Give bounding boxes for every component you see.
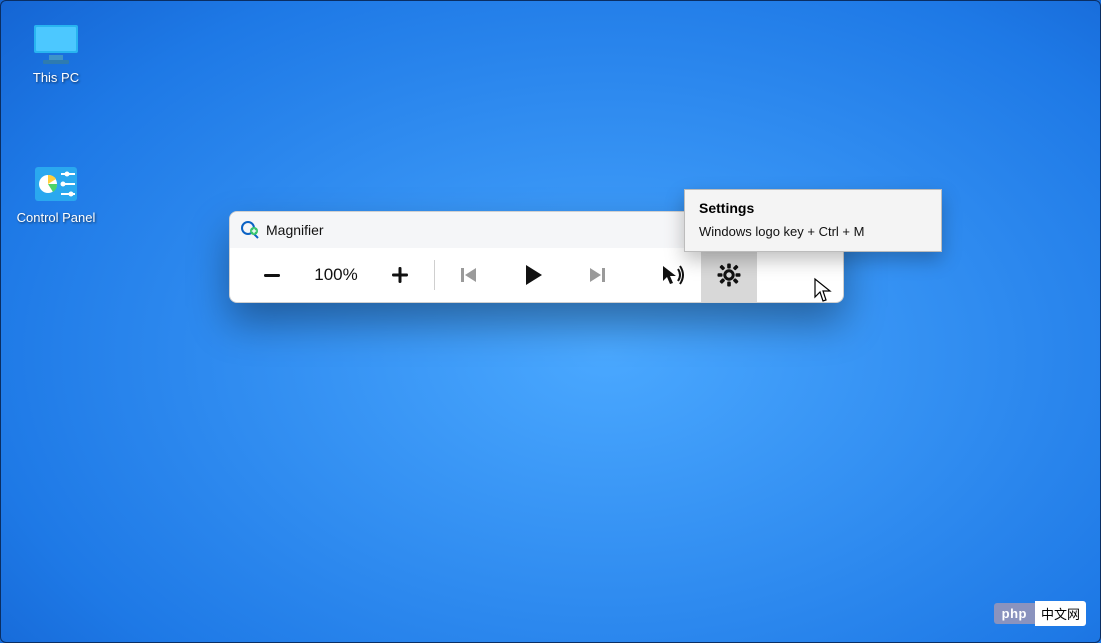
minus-icon (261, 264, 283, 286)
read-aloud-cursor-button[interactable] (645, 248, 701, 302)
cursor-sound-icon (660, 263, 686, 287)
footer-cn-label: 中文网 (1035, 601, 1086, 626)
desktop-icon-label: Control Panel (17, 210, 96, 225)
plus-icon (389, 264, 411, 286)
desktop-icon-control-panel[interactable]: Control Panel (11, 161, 101, 225)
settings-button[interactable] (701, 248, 757, 302)
tooltip-shortcut: Windows logo key + Ctrl + M (699, 224, 927, 239)
skip-previous-icon (458, 264, 480, 286)
footer-php-label: php (994, 603, 1035, 624)
desktop-icon-this-pc[interactable]: This PC (11, 21, 101, 85)
gear-icon (716, 262, 742, 288)
desktop-icon-label: This PC (33, 70, 79, 85)
magnifier-app-icon (240, 220, 260, 240)
play-button[interactable] (497, 248, 569, 302)
skip-next-icon (586, 264, 608, 286)
magnifier-title: Magnifier (266, 222, 324, 238)
zoom-level: 100% (300, 265, 372, 285)
monitor-icon (31, 21, 81, 66)
settings-tooltip: Settings Windows logo key + Ctrl + M (684, 189, 942, 252)
magnifier-toolbar: 100% (230, 248, 843, 302)
zoom-in-button[interactable] (372, 248, 428, 302)
next-button[interactable] (569, 248, 625, 302)
tooltip-title: Settings (699, 200, 927, 216)
footer-watermark: php 中文网 (994, 601, 1086, 626)
control-panel-icon (31, 161, 81, 206)
zoom-out-button[interactable] (244, 248, 300, 302)
separator (434, 260, 435, 290)
previous-button[interactable] (441, 248, 497, 302)
play-icon (520, 262, 546, 288)
